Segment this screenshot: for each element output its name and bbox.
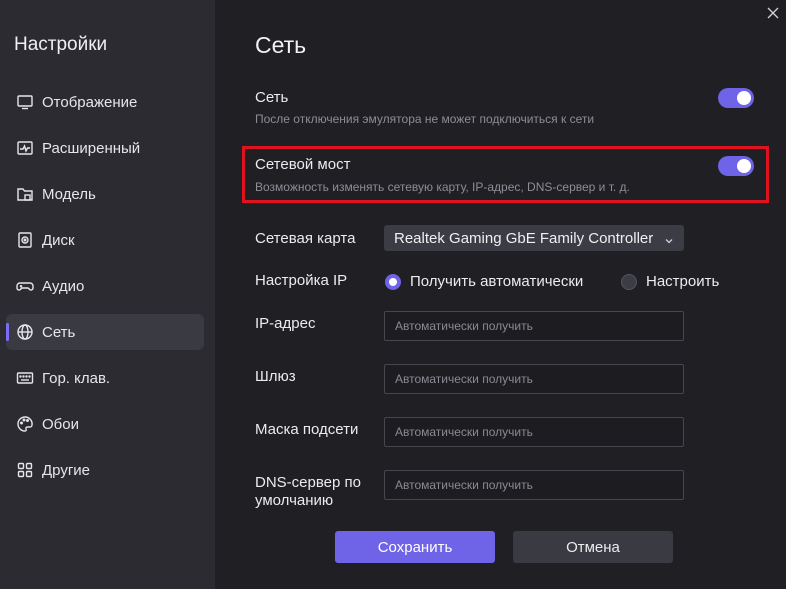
chevron-down-icon xyxy=(664,233,674,244)
bridge-setting-desc: Возможность изменять сетевую карту, IP-а… xyxy=(255,180,630,194)
sidebar-item-network[interactable]: Сеть xyxy=(6,314,204,350)
sidebar-item-label: Сеть xyxy=(42,323,76,341)
sidebar-item-audio[interactable]: Аудио xyxy=(6,268,204,304)
globe-icon xyxy=(16,323,34,341)
dns-label: DNS-сервер по умолчанию xyxy=(255,474,361,509)
settings-panel: Сеть Сеть После отключения эмулятора не … xyxy=(215,0,786,589)
sidebar-title: Настройки xyxy=(14,34,108,55)
adapter-select[interactable]: Realtek Gaming GbE Family Controller xyxy=(384,225,684,251)
cancel-button[interactable]: Отмена xyxy=(513,531,673,563)
adapter-label: Сетевая карта xyxy=(255,230,356,247)
keyboard-icon xyxy=(16,369,34,387)
sidebar: Настройки Отображение Расширенный Модель… xyxy=(0,0,215,589)
sidebar-item-label: Обои xyxy=(42,415,79,433)
disk-icon xyxy=(16,231,34,249)
save-button[interactable]: Сохранить xyxy=(335,531,495,563)
radio-manual[interactable]: Настроить xyxy=(621,273,719,290)
sidebar-item-label: Аудио xyxy=(42,277,85,295)
sidebar-item-other[interactable]: Другие xyxy=(6,452,204,488)
highlight-box xyxy=(242,146,769,203)
subnet-mask-label: Маска подсети xyxy=(255,421,359,438)
toggle-knob xyxy=(737,91,751,105)
sidebar-item-label: Другие xyxy=(42,461,91,479)
ip-address-label: IP-адрес xyxy=(255,315,316,332)
pulse-icon xyxy=(16,139,34,157)
sidebar-item-hotkeys[interactable]: Гор. клав. xyxy=(6,360,204,396)
bridge-setting-title: Сетевой мост xyxy=(255,156,351,173)
sidebar-item-label: Диск xyxy=(42,231,75,249)
dns-input[interactable] xyxy=(384,470,684,500)
sidebar-item-display[interactable]: Отображение xyxy=(6,84,204,120)
radio-auto[interactable]: Получить автоматически xyxy=(385,273,583,290)
page-title: Сеть xyxy=(255,32,307,58)
sidebar-item-wallpaper[interactable]: Обои xyxy=(6,406,204,442)
sidebar-item-label: Модель xyxy=(42,185,96,203)
gateway-input[interactable] xyxy=(384,364,684,394)
radio-auto-label: Получить автоматически xyxy=(410,273,584,290)
ip-address-input[interactable] xyxy=(384,311,684,341)
folder-icon xyxy=(16,185,34,203)
network-setting-desc: После отключения эмулятора не может подк… xyxy=(255,112,595,126)
sidebar-item-label: Расширенный xyxy=(42,139,141,157)
gateway-label: Шлюз xyxy=(255,368,296,385)
network-setting-title: Сеть xyxy=(255,89,289,106)
network-toggle[interactable] xyxy=(718,88,754,108)
radio-manual-label: Настроить xyxy=(646,273,720,290)
gamepad-icon xyxy=(16,277,34,295)
sidebar-item-advanced[interactable]: Расширенный xyxy=(6,130,204,166)
adapter-select-value: Realtek Gaming GbE Family Controller xyxy=(394,229,654,247)
radio-selected-icon xyxy=(385,273,401,290)
sidebar-item-disk[interactable]: Диск xyxy=(6,222,204,258)
sidebar-item-model[interactable]: Модель xyxy=(6,176,204,212)
subnet-mask-input[interactable] xyxy=(384,417,684,447)
sidebar-item-label: Отображение xyxy=(42,93,138,111)
close-icon[interactable] xyxy=(764,4,782,22)
ip-setting-label: Настройка IP xyxy=(255,272,348,289)
bridge-toggle[interactable] xyxy=(718,156,754,176)
monitor-icon xyxy=(16,93,34,111)
palette-icon xyxy=(16,415,34,433)
grid-icon xyxy=(16,461,34,479)
sidebar-item-label: Гор. клав. xyxy=(42,369,111,387)
toggle-knob xyxy=(737,159,751,173)
radio-unselected-icon xyxy=(621,273,637,290)
